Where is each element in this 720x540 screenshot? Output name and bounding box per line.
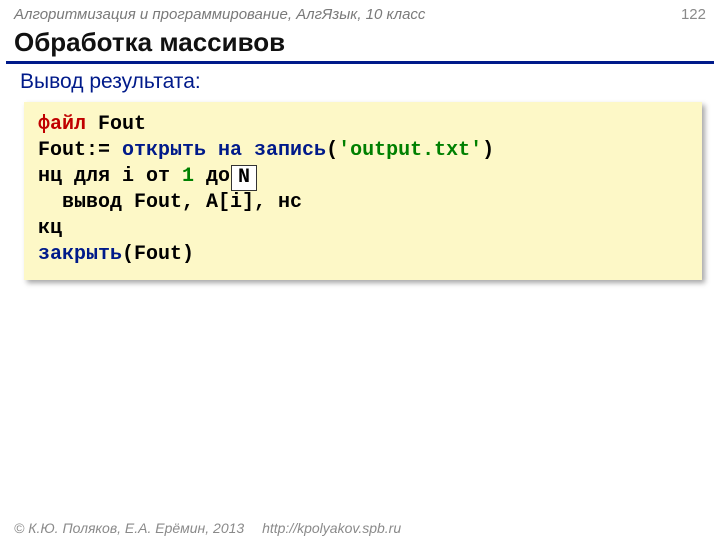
copyright-text: © К.Ю. Поляков, Е.А. Ерёмин, 2013	[14, 520, 244, 536]
footer: © К.Ю. Поляков, Е.А. Ерёмин, 2013 http:/…	[14, 520, 401, 536]
code-text: Fout:=	[38, 139, 122, 162]
code-text: )	[482, 139, 494, 162]
code-string: 'output.txt'	[338, 139, 482, 162]
page-number: 122	[681, 6, 706, 23]
top-bar: Алгоритмизация и программирование, АлгЯз…	[0, 0, 720, 25]
code-kw-close: закрыть	[38, 243, 122, 266]
subtitle: Вывод результата:	[0, 68, 720, 100]
code-kw-open: открыть на запись	[122, 139, 326, 162]
title-rule	[6, 61, 714, 64]
code-text: вывод Fout, A[i], нс	[38, 191, 302, 214]
code-text: (	[326, 139, 338, 162]
code-text: Fout	[86, 113, 146, 136]
code-number: 1	[182, 165, 194, 188]
code-text: (Fout)	[122, 243, 194, 266]
footer-url: http://kpolyakov.spb.ru	[262, 520, 401, 536]
course-label: Алгоритмизация и программирование, АлгЯз…	[14, 6, 425, 23]
code-block: файл Fout Fout:= открыть на запись('outp…	[24, 102, 702, 280]
page-title: Обработка массивов	[0, 25, 720, 61]
code-text: кц	[38, 217, 62, 240]
code-text: нц для i от	[38, 165, 182, 188]
n-overlay-box: N	[231, 165, 257, 191]
code-content: файл Fout Fout:= открыть на запись('outp…	[38, 112, 688, 268]
code-kw-file: файл	[38, 113, 86, 136]
